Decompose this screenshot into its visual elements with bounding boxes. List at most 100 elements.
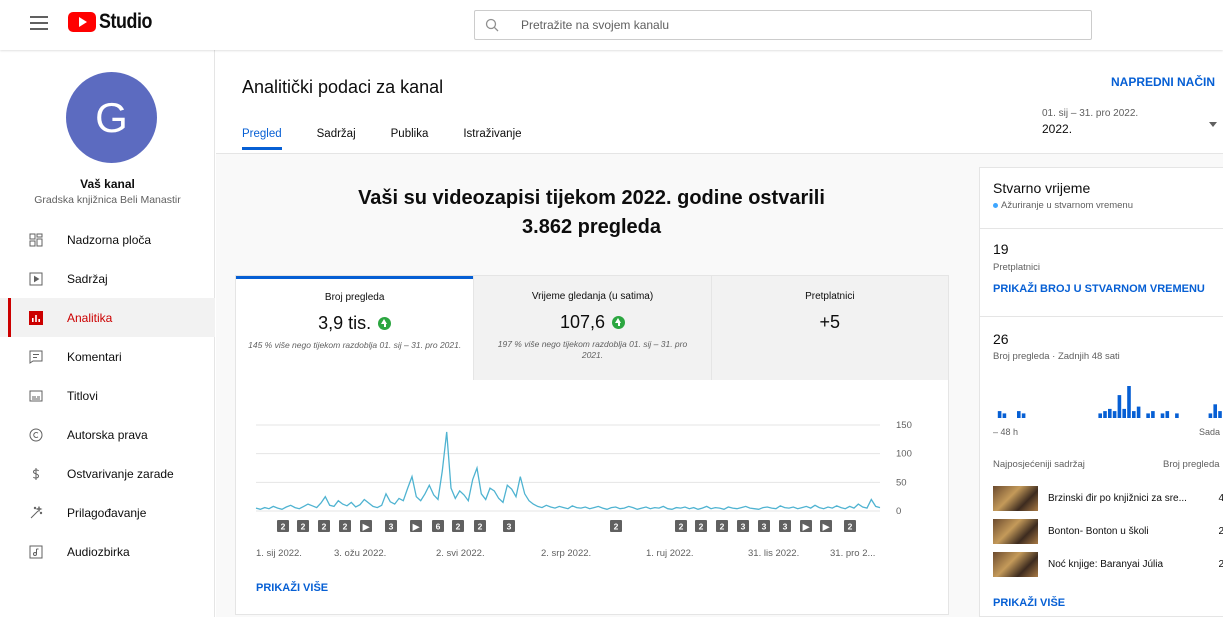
hourly-view-bar[interactable] — [1218, 411, 1222, 418]
search-input[interactable] — [521, 18, 1091, 32]
views-line-chart[interactable]: 1501005002 2 2 2 ▶ 3 ▶ 6 2 2 3 2 2 2 2 3 3 3 ▶ ▶ 21. sij 202… — [236, 380, 950, 576]
hourly-views-bars[interactable] — [993, 384, 1223, 418]
dropdown-caret-icon — [1209, 122, 1217, 127]
analytics-icon — [29, 310, 43, 325]
hourly-view-bar[interactable] — [1213, 404, 1217, 418]
sidebar-item-analytics[interactable]: Analitika — [0, 298, 215, 337]
sidebar-item-audio-library[interactable]: Audiozbirka — [0, 532, 215, 571]
top-video-row[interactable]: Brzinski đir po knjižnici za sre... 4 — [993, 486, 1223, 511]
x-tick-label: 31. lis 2022. — [748, 548, 799, 559]
top-content-header: Najposjećeniji sadržaj — [993, 459, 1085, 470]
annotation-marker-label: 3 — [507, 522, 512, 532]
views-48h-label: Broj pregleda · Zadnjih 48 sati — [993, 351, 1120, 362]
hourly-view-bar[interactable] — [1002, 413, 1007, 418]
video-title[interactable]: Bonton- Bonton u školi — [1048, 526, 1193, 537]
metric-views[interactable]: Broj pregleda 3,9 tis. 145 % više nego t… — [236, 276, 474, 380]
sidebar-item-subtitles[interactable]: Titlovi — [0, 376, 215, 415]
search-icon — [485, 18, 513, 32]
tab-research[interactable]: Istraživanje — [463, 128, 521, 149]
video-thumbnail[interactable] — [993, 552, 1038, 577]
hourly-view-bar[interactable] — [1098, 413, 1102, 418]
studio-logo[interactable]: Studio — [68, 10, 161, 34]
video-views: 2 — [1218, 559, 1223, 570]
menu-icon[interactable] — [30, 16, 48, 30]
annotation-marker-label: 2 — [699, 522, 704, 532]
metric-watch-time[interactable]: Vrijeme gledanja (u satima) 107,6 197 % … — [473, 276, 711, 380]
sidebar-item-dashboard[interactable]: Nadzorna ploča — [0, 220, 215, 259]
date-range-picker[interactable]: 01. sij – 31. pro 2022. 2022. — [1042, 108, 1223, 144]
realtime-show-more-button[interactable]: PRIKAŽI VIŠE — [993, 597, 1065, 609]
show-more-button[interactable]: PRIKAŽI VIŠE — [256, 582, 328, 594]
hourly-view-bar[interactable] — [1017, 411, 1021, 418]
hourly-view-bar[interactable] — [1151, 411, 1155, 418]
hourly-view-bar[interactable] — [1175, 413, 1179, 418]
divider — [980, 228, 1223, 229]
logo-text: Studio — [99, 10, 152, 33]
hourly-view-bar[interactable] — [1136, 406, 1141, 418]
sidebar-item-label: Titlovi — [67, 388, 98, 403]
hourly-view-bar[interactable] — [1122, 408, 1126, 418]
hourly-view-bar[interactable] — [1132, 411, 1136, 418]
sidebar-item-label: Komentari — [67, 349, 122, 364]
y-tick-label: 0 — [896, 506, 901, 517]
sidebar-item-comments[interactable]: Komentari — [0, 337, 215, 376]
annotation-marker-label: 2 — [614, 522, 619, 532]
x-tick-label: 2. srp 2022. — [541, 548, 591, 559]
comments-icon — [29, 350, 43, 364]
annotation-marker-label: 2 — [343, 522, 348, 532]
advanced-mode-button[interactable]: NAPREDNI NAČIN — [1111, 75, 1215, 89]
sidebar-item-label: Analitika — [67, 310, 113, 325]
hourly-view-bar[interactable] — [1146, 413, 1150, 418]
show-live-count-button[interactable]: PRIKAŽI BROJ U STVARNOM VREMENU — [993, 283, 1205, 295]
video-thumbnail[interactable] — [993, 519, 1038, 544]
sidebar-item-content[interactable]: Sadržaj — [0, 259, 215, 298]
video-thumbnail[interactable] — [993, 486, 1038, 511]
hourly-view-bar[interactable] — [1103, 411, 1107, 418]
annotation-marker-label: 3 — [741, 522, 746, 532]
channel-avatar[interactable]: G — [66, 72, 157, 163]
hourly-view-bar[interactable] — [1208, 413, 1213, 418]
content-icon — [29, 272, 43, 286]
video-views: 4 — [1218, 493, 1223, 504]
y-tick-label: 50 — [896, 477, 907, 488]
metric-title: Pretplatnici — [805, 291, 855, 302]
sidebar-item-monetization[interactable]: Ostvarivanje zarade — [0, 454, 215, 493]
hourly-view-bar[interactable] — [1165, 411, 1170, 418]
metric-value: +5 — [819, 312, 841, 332]
sidebar-item-label: Prilagođavanje — [67, 505, 147, 520]
video-views: 2 — [1218, 526, 1223, 537]
hourly-view-bar[interactable] — [1127, 386, 1131, 418]
x-tick-label: 1. sij 2022. — [256, 548, 302, 559]
sidebar-item-customization[interactable]: Prilagođavanje — [0, 493, 215, 532]
video-title[interactable]: Noć knjige: Baranyai Júlia — [1048, 559, 1193, 570]
search-box[interactable] — [474, 10, 1092, 40]
metric-subscribers[interactable]: Pretplatnici +5 — [710, 276, 948, 380]
tab-content[interactable]: Sadržaj — [317, 128, 356, 149]
views-series-line — [255, 431, 881, 510]
channel-name: Gradska knjižnica Beli Manastir — [34, 194, 181, 206]
analytics-header: Analitički podaci za kanal NAPREDNI NAČI… — [216, 50, 1223, 154]
hourly-view-bar[interactable] — [1117, 395, 1122, 418]
dashboard-icon — [29, 233, 43, 247]
annotation-marker-label: 2 — [456, 522, 461, 532]
hourly-view-bar[interactable] — [997, 411, 1002, 418]
video-title[interactable]: Brzinski đir po knjižnici za sre... — [1048, 493, 1193, 504]
views-48h-count: 26 — [993, 331, 1009, 347]
metric-tabs: Broj pregleda 3,9 tis. 145 % više nego t… — [236, 276, 948, 380]
annotation-marker-label: 2 — [679, 522, 684, 532]
tab-audience[interactable]: Publika — [391, 128, 429, 149]
metric-value: 107,6 — [559, 312, 606, 332]
top-video-row[interactable]: Noć knjige: Baranyai Júlia 2 — [993, 552, 1223, 577]
sidebar-item-label: Nadzorna ploča — [67, 232, 152, 247]
hourly-view-bar[interactable] — [1112, 411, 1117, 418]
x-tick-label: 31. pro 2... — [830, 548, 875, 559]
realtime-panel-bg: Stvarno vrijeme Ažuriranje u stvarnom vr… — [967, 154, 1223, 617]
metric-title: Broj pregleda — [324, 292, 385, 303]
hourly-view-bar[interactable] — [1108, 408, 1112, 418]
hourly-view-bar[interactable] — [1160, 413, 1165, 418]
hourly-view-bar[interactable] — [1021, 413, 1026, 418]
sidebar-item-copyright[interactable]: Autorska prava — [0, 415, 215, 454]
annotation-marker-label: 2 — [322, 522, 327, 532]
tab-overview[interactable]: Pregled — [242, 128, 282, 150]
top-video-row[interactable]: Bonton- Bonton u školi 2 — [993, 519, 1223, 544]
